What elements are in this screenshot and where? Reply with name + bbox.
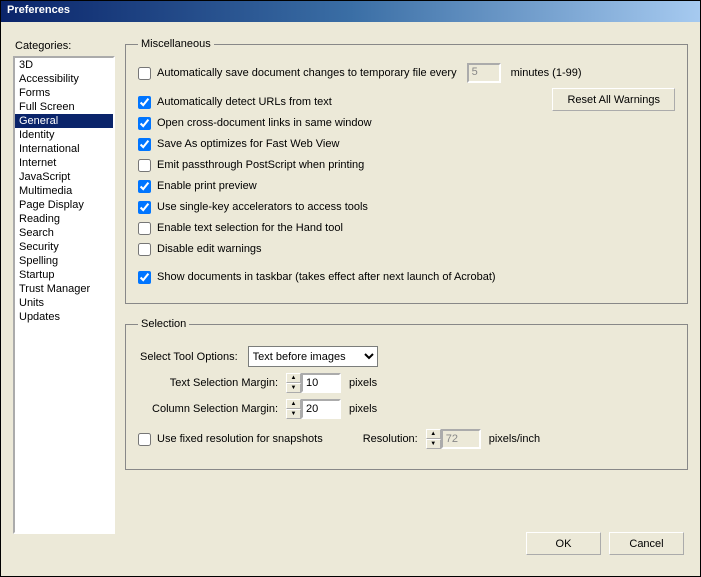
fixed-resolution-label: Use fixed resolution for snapshots (157, 433, 323, 445)
category-item[interactable]: Search (15, 226, 113, 240)
pixels-label: pixels (349, 403, 377, 415)
autosave-label: Automatically save document changes to t… (157, 67, 457, 79)
misc-option-checkbox[interactable] (138, 201, 151, 214)
content: Categories: 3DAccessibilityFormsFull Scr… (1, 22, 700, 532)
category-item[interactable]: Full Screen (15, 100, 113, 114)
misc-option-checkbox[interactable] (138, 222, 151, 235)
selection-group: Selection Select Tool Options: Text befo… (125, 318, 688, 470)
resolution-label: Resolution: (363, 433, 418, 445)
misc-option-row: Enable print preview (138, 177, 675, 195)
misc-option-row: Disable edit warnings (138, 240, 675, 258)
misc-option-label: Enable print preview (157, 180, 257, 192)
titlebar: Preferences (1, 1, 700, 22)
misc-option-row: Enable text selection for the Hand tool (138, 219, 675, 237)
misc-option-checkbox[interactable] (138, 159, 151, 172)
category-item[interactable]: Internet (15, 156, 113, 170)
misc-option-label: Automatically detect URLs from text (157, 96, 332, 108)
text-margin-spinner[interactable]: ▲ ▼ (286, 373, 341, 393)
column-margin-spinner[interactable]: ▲ ▼ (286, 399, 341, 419)
category-item[interactable]: Reading (15, 212, 113, 226)
misc-option-checkbox[interactable] (138, 117, 151, 130)
misc-option-checkbox[interactable] (138, 138, 151, 151)
resolution-input (441, 429, 481, 449)
column-margin-label: Column Selection Margin: (138, 403, 278, 415)
misc-option-row: Show documents in taskbar (takes effect … (138, 268, 675, 286)
resolution-spinner: ▲ ▼ (426, 429, 481, 449)
category-item[interactable]: Multimedia (15, 184, 113, 198)
selection-legend: Selection (138, 318, 189, 330)
spinner-up-icon: ▲ (426, 429, 441, 439)
category-item[interactable]: General (15, 114, 113, 128)
column-margin-input[interactable] (301, 399, 341, 419)
autosave-row: Automatically save document changes to t… (138, 63, 675, 83)
autosave-value: 5 (467, 63, 501, 83)
category-item[interactable]: Forms (15, 86, 113, 100)
ok-button[interactable]: OK (526, 532, 601, 555)
text-margin-input[interactable] (301, 373, 341, 393)
resolution-unit: pixels/inch (489, 433, 540, 445)
category-item[interactable]: JavaScript (15, 170, 113, 184)
category-item[interactable]: Trust Manager (15, 282, 113, 296)
category-item[interactable]: 3D (15, 58, 113, 72)
dialog-footer: OK Cancel (1, 532, 700, 569)
category-item[interactable]: Updates (15, 310, 113, 324)
categories-listbox[interactable]: 3DAccessibilityFormsFull ScreenGeneralId… (13, 56, 115, 534)
miscellaneous-group: Miscellaneous Automatically save documen… (125, 38, 688, 304)
misc-option-row: Emit passthrough PostScript when printin… (138, 156, 675, 174)
autosave-checkbox[interactable] (138, 67, 151, 80)
settings-panel: Miscellaneous Automatically save documen… (125, 30, 688, 532)
misc-option-row: Save As optimizes for Fast Web View (138, 135, 675, 153)
misc-option-row: Open cross-document links in same window (138, 114, 675, 132)
cancel-button[interactable]: Cancel (609, 532, 684, 555)
select-tool-dropdown[interactable]: Text before images (248, 346, 378, 367)
fixed-resolution-checkbox[interactable] (138, 433, 151, 446)
category-item[interactable]: International (15, 142, 113, 156)
category-item[interactable]: Spelling (15, 254, 113, 268)
select-tool-label: Select Tool Options: (140, 351, 238, 363)
category-item[interactable]: Page Display (15, 198, 113, 212)
misc-option-label: Enable text selection for the Hand tool (157, 222, 343, 234)
misc-option-label: Save As optimizes for Fast Web View (157, 138, 339, 150)
category-item[interactable]: Accessibility (15, 72, 113, 86)
misc-option-checkbox[interactable] (138, 96, 151, 109)
misc-option-row: Use single-key accelerators to access to… (138, 198, 675, 216)
misc-option-checkbox[interactable] (138, 180, 151, 193)
miscellaneous-legend: Miscellaneous (138, 38, 214, 50)
category-item[interactable]: Security (15, 240, 113, 254)
autosave-unit: minutes (1-99) (511, 67, 582, 79)
misc-option-label: Show documents in taskbar (takes effect … (157, 271, 496, 283)
category-item[interactable]: Identity (15, 128, 113, 142)
text-margin-label: Text Selection Margin: (138, 377, 278, 389)
misc-option-label: Emit passthrough PostScript when printin… (157, 159, 364, 171)
categories-panel: Categories: 3DAccessibilityFormsFull Scr… (13, 30, 115, 532)
misc-option-checkbox[interactable] (138, 243, 151, 256)
misc-option-label: Disable edit warnings (157, 243, 262, 255)
reset-warnings-button[interactable]: Reset All Warnings (552, 88, 675, 111)
misc-option-label: Use single-key accelerators to access to… (157, 201, 368, 213)
pixels-label: pixels (349, 377, 377, 389)
spinner-up-icon[interactable]: ▲ (286, 399, 301, 409)
spinner-up-icon[interactable]: ▲ (286, 373, 301, 383)
category-item[interactable]: Startup (15, 268, 113, 282)
misc-option-checkbox[interactable] (138, 271, 151, 284)
misc-option-label: Open cross-document links in same window (157, 117, 372, 129)
window-title: Preferences (7, 4, 70, 16)
spinner-down-icon[interactable]: ▼ (286, 409, 301, 419)
spinner-down-icon: ▼ (426, 439, 441, 449)
categories-label: Categories: (15, 40, 115, 52)
spinner-down-icon[interactable]: ▼ (286, 383, 301, 393)
category-item[interactable]: Units (15, 296, 113, 310)
